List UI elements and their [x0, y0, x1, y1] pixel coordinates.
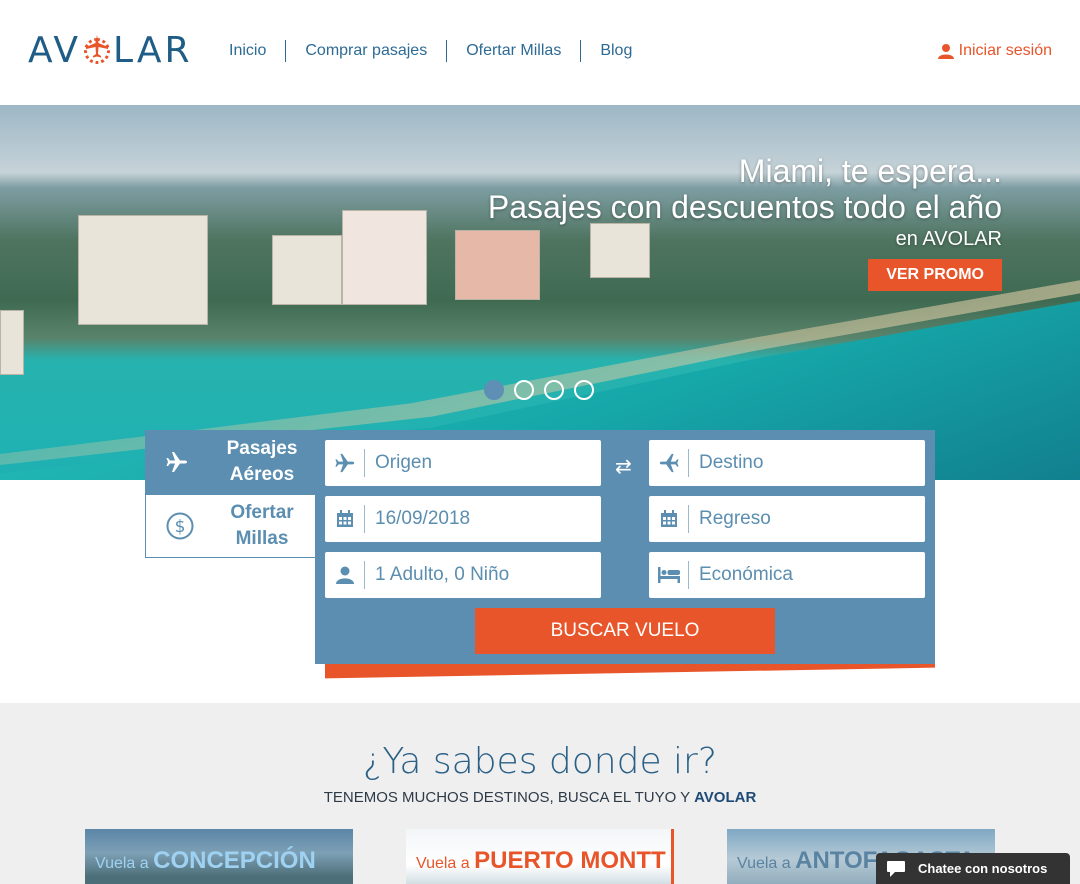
destinations-title: ¿Ya sabes donde ir?	[363, 741, 717, 782]
nav-blog[interactable]: Blog	[580, 40, 651, 62]
calendar-icon	[649, 505, 689, 533]
svg-text:$: $	[175, 517, 186, 537]
passengers-value: 1 Adulto, 0 Niño	[375, 564, 510, 585]
bed-icon	[649, 561, 689, 589]
avolar-logo[interactable]: AV LAR	[28, 30, 192, 71]
chat-label: Chatee con nosotros	[918, 861, 1048, 876]
main-nav: Inicio Comprar pasajes Ofertar Millas Bl…	[210, 40, 651, 62]
logo-text-left: AV	[28, 30, 81, 71]
search-tabs: Pasajes Aéreos $ Ofertar Millas	[145, 430, 315, 558]
search-panel: Origen ⇄ Destino 16/09/2018 Regreso 1 Ad…	[315, 430, 935, 664]
destination-card-puerto-montt[interactable]: Vuela a PUERTO MONTT	[406, 829, 674, 884]
chat-icon	[887, 860, 905, 877]
destination-placeholder: Destino	[699, 452, 764, 473]
hero-building	[0, 310, 24, 375]
carousel-dot-1[interactable]	[484, 380, 504, 400]
hero-building	[342, 210, 427, 305]
dollar-icon: $	[166, 512, 194, 540]
tab-label: Pasajes Aéreos	[226, 438, 298, 485]
destination-card-concepcion[interactable]: Vuela a CONCEPCIÓN	[85, 829, 353, 884]
calendar-icon	[325, 505, 365, 533]
tab-ofertar-millas[interactable]: $ Ofertar Millas	[145, 494, 315, 558]
tab-pasajes-aereos[interactable]: Pasajes Aéreos	[145, 430, 315, 494]
hero-building	[272, 235, 342, 305]
nav-comprar-pasajes[interactable]: Comprar pasajes	[285, 40, 446, 62]
departure-date-value: 16/09/2018	[375, 508, 471, 529]
user-icon	[325, 561, 365, 589]
login-link[interactable]: Iniciar sesión	[937, 42, 1052, 60]
chat-widget[interactable]: Chatee con nosotros	[876, 853, 1070, 884]
hero-banner: Miami, te espera... Pasajes con descuent…	[0, 105, 1080, 480]
hero-building	[78, 215, 208, 325]
cabin-class-select[interactable]: Económica	[649, 552, 925, 598]
card-city: CONCEPCIÓN	[153, 847, 316, 874]
origin-input[interactable]: Origen	[325, 440, 601, 486]
buscar-vuelo-button[interactable]: BUSCAR VUELO	[475, 608, 775, 654]
card-prefix: Vuela a	[737, 855, 791, 872]
plane-icon	[325, 449, 365, 477]
carousel-dot-4[interactable]	[574, 380, 594, 400]
card-prefix: Vuela a	[416, 855, 470, 872]
tab-label: Ofertar Millas	[230, 502, 294, 549]
destinations-subtitle: TENEMOS MUCHOS DESTINOS, BUSCA EL TUYO Y…	[0, 789, 1080, 806]
plane-landing-icon	[649, 449, 689, 477]
card-city: PUERTO MONTT	[474, 847, 666, 874]
nav-ofertar-millas[interactable]: Ofertar Millas	[446, 40, 580, 62]
subtitle-brand: AVOLAR	[694, 789, 757, 806]
site-header: AV LAR Inicio Comprar pasajes Ofertar Mil…	[0, 0, 1080, 105]
hero-subtitle: Pasajes con descuentos todo el año	[487, 189, 1002, 225]
card-prefix: Vuela a	[95, 855, 149, 872]
hero-caption: Miami, te espera... Pasajes con descuent…	[488, 153, 1002, 291]
hero-brand-line: en AVOLAR	[895, 228, 1002, 250]
ver-promo-button[interactable]: VER PROMO	[868, 259, 1002, 291]
swap-icon[interactable]: ⇄	[615, 454, 632, 479]
return-date-input[interactable]: Regreso	[649, 496, 925, 542]
return-placeholder: Regreso	[699, 508, 771, 529]
subtitle-text: TENEMOS MUCHOS DESTINOS, BUSCA EL TUYO Y	[323, 789, 690, 806]
departure-date-input[interactable]: 16/09/2018	[325, 496, 601, 542]
login-label: Iniciar sesión	[958, 42, 1052, 59]
user-icon	[937, 44, 954, 59]
passengers-select[interactable]: 1 Adulto, 0 Niño	[325, 552, 601, 598]
hero-title: Miami, te espera...	[738, 153, 1002, 189]
destination-input[interactable]: Destino	[649, 440, 925, 486]
cabin-class-value: Económica	[699, 564, 793, 585]
nav-inicio[interactable]: Inicio	[210, 40, 285, 62]
origin-placeholder: Origen	[375, 452, 433, 473]
carousel-dots	[484, 380, 594, 400]
plane-icon	[166, 452, 187, 472]
logo-plane-icon	[82, 34, 112, 64]
logo-text-right: LAR	[112, 30, 193, 71]
carousel-dot-3[interactable]	[544, 380, 564, 400]
carousel-dot-2[interactable]	[514, 380, 534, 400]
